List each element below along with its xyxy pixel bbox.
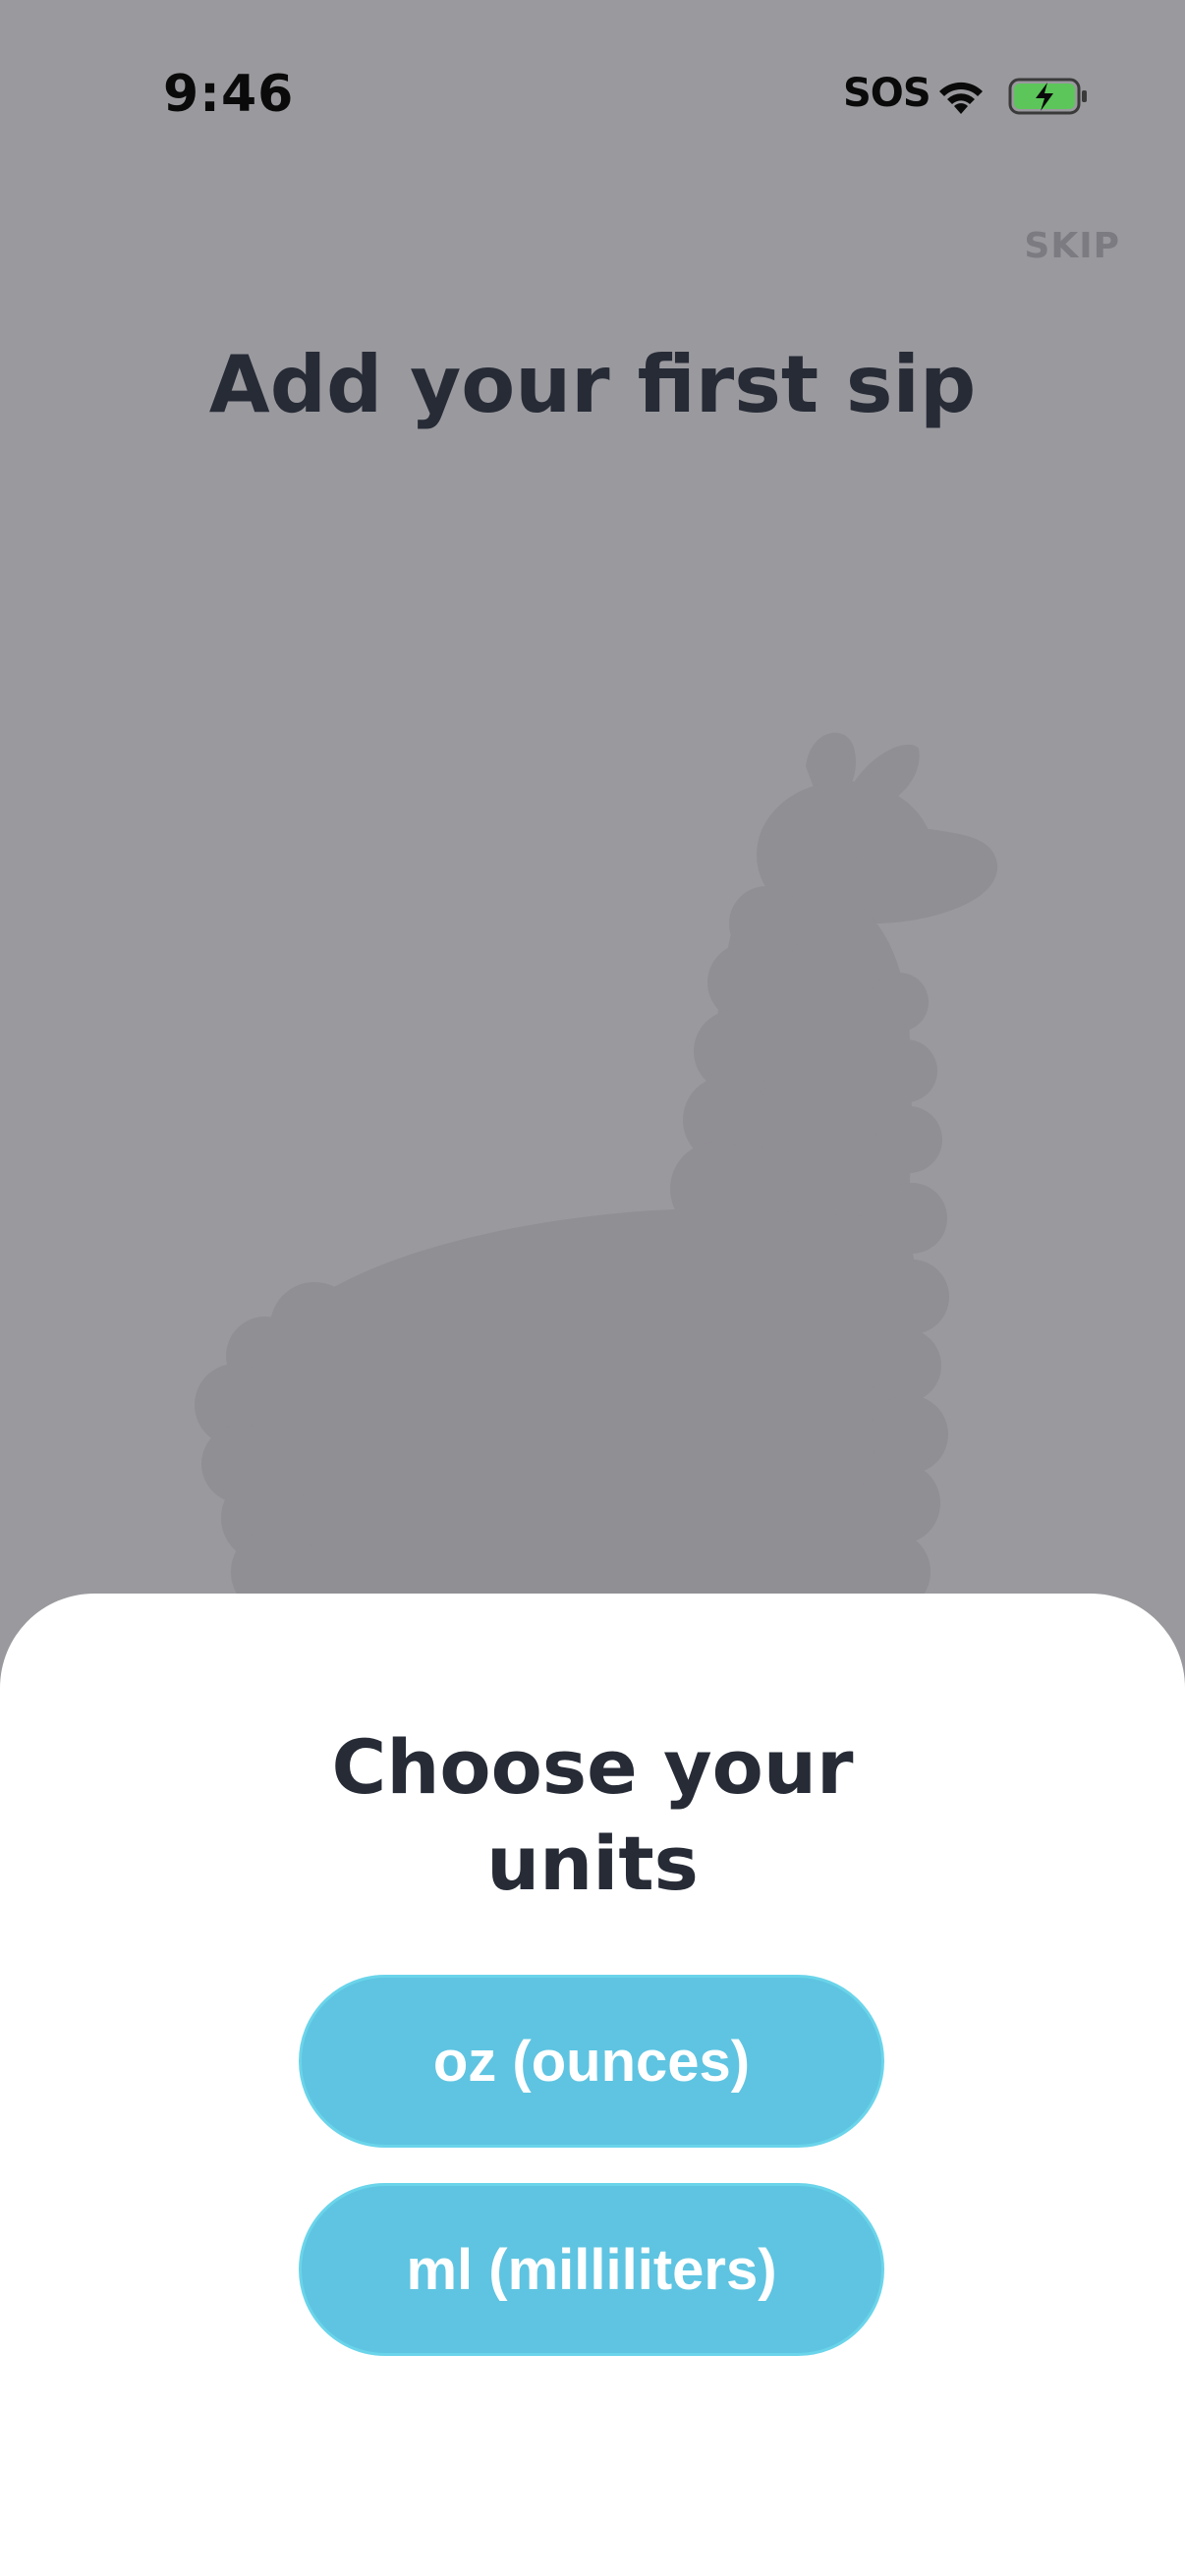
onboarding-screen: 9:46 SOS SKIP Add your first sip Choose … (0, 0, 1185, 2576)
page-title: Add your first sip (208, 339, 977, 430)
units-bottom-sheet: Choose your units oz (ounces) ml (millil… (0, 1594, 1185, 2576)
oz-ounces-button[interactable]: oz (ounces) (299, 1975, 884, 2148)
status-icons: SOS (843, 71, 1099, 122)
llama-icon (195, 732, 998, 1611)
skip-button[interactable]: SKIP (1024, 226, 1120, 266)
carrier-status: SOS (843, 71, 931, 116)
ml-milliliters-button[interactable]: ml (milliliters) (299, 2183, 884, 2356)
battery-charging-icon (1008, 78, 1087, 115)
sheet-title-line1: Choose your (331, 1723, 854, 1811)
wifi-icon (939, 82, 983, 114)
status-time: 9:46 (163, 65, 295, 124)
sheet-title-line2: units (486, 1820, 699, 1907)
sheet-title: Choose your units (0, 1719, 1185, 1912)
